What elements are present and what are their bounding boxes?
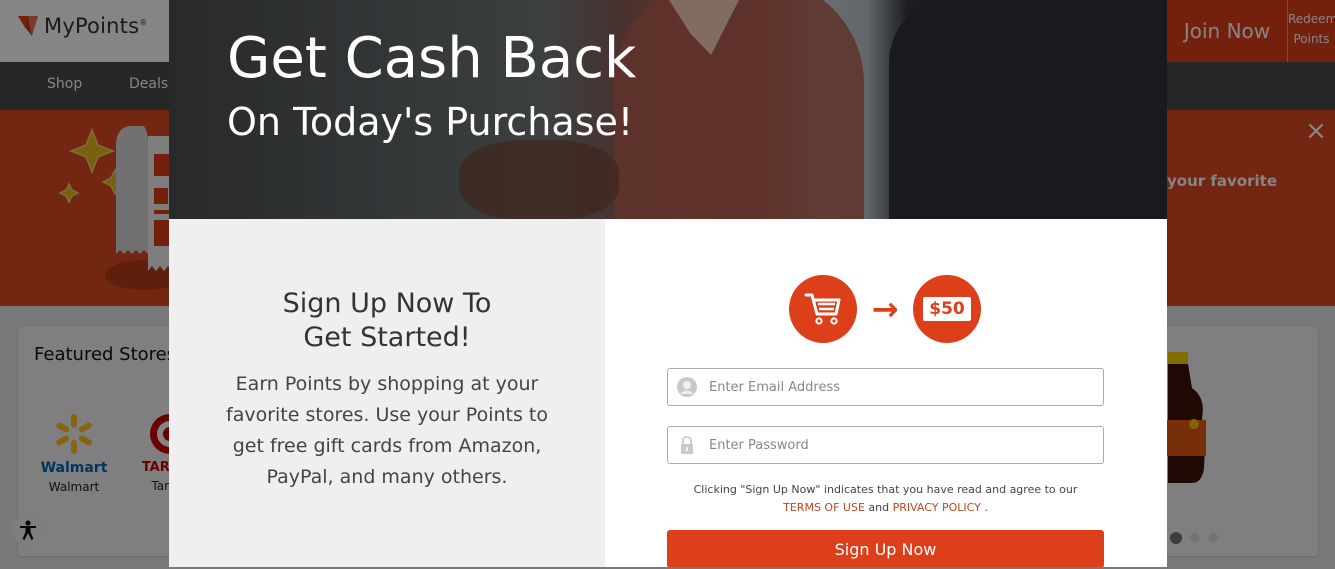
shopping-cart-icon bbox=[804, 293, 841, 325]
cash-amount: $50 bbox=[923, 297, 971, 321]
password-input[interactable] bbox=[709, 427, 1103, 463]
user-icon bbox=[677, 377, 697, 397]
signup-form-panel: → $50 Enter Email Address Clicking "Sign… bbox=[605, 219, 1167, 567]
legal-suffix: . bbox=[984, 501, 988, 514]
sign-up-now-button[interactable]: Sign Up Now bbox=[667, 530, 1104, 567]
signup-description: Earn Points by shopping at your favorite… bbox=[226, 373, 548, 488]
signup-info-panel: Sign Up Now To Get Started! Earn Points … bbox=[169, 219, 605, 567]
lock-icon bbox=[677, 435, 697, 455]
cart-circle bbox=[789, 275, 857, 343]
terms-of-use-link[interactable]: TERMS OF USE bbox=[783, 501, 865, 514]
legal-and: and bbox=[868, 501, 890, 514]
legal-notice: Clicking "Sign Up Now" indicates that yo… bbox=[667, 481, 1104, 517]
cash-circle: $50 bbox=[913, 275, 981, 343]
hero-subtitle: On Today's Purchase! bbox=[227, 100, 634, 144]
signup-modal: Get Cash Back On Today's Purchase! Sign … bbox=[169, 0, 1167, 567]
email-input[interactable] bbox=[709, 369, 1103, 405]
signup-heading: Sign Up Now To Get Started! bbox=[282, 288, 492, 353]
privacy-policy-link[interactable]: PRIVACY POLICY bbox=[893, 501, 981, 514]
hero-image: Get Cash Back On Today's Purchase! bbox=[169, 0, 1167, 219]
email-field[interactable] bbox=[667, 368, 1104, 406]
password-field[interactable] bbox=[667, 426, 1104, 464]
hero-title: Get Cash Back bbox=[227, 26, 637, 91]
cashback-graphic: → $50 bbox=[789, 275, 981, 343]
legal-prefix: Clicking "Sign Up Now" indicates that yo… bbox=[693, 483, 1078, 496]
arrow-right-icon: → bbox=[871, 290, 899, 328]
